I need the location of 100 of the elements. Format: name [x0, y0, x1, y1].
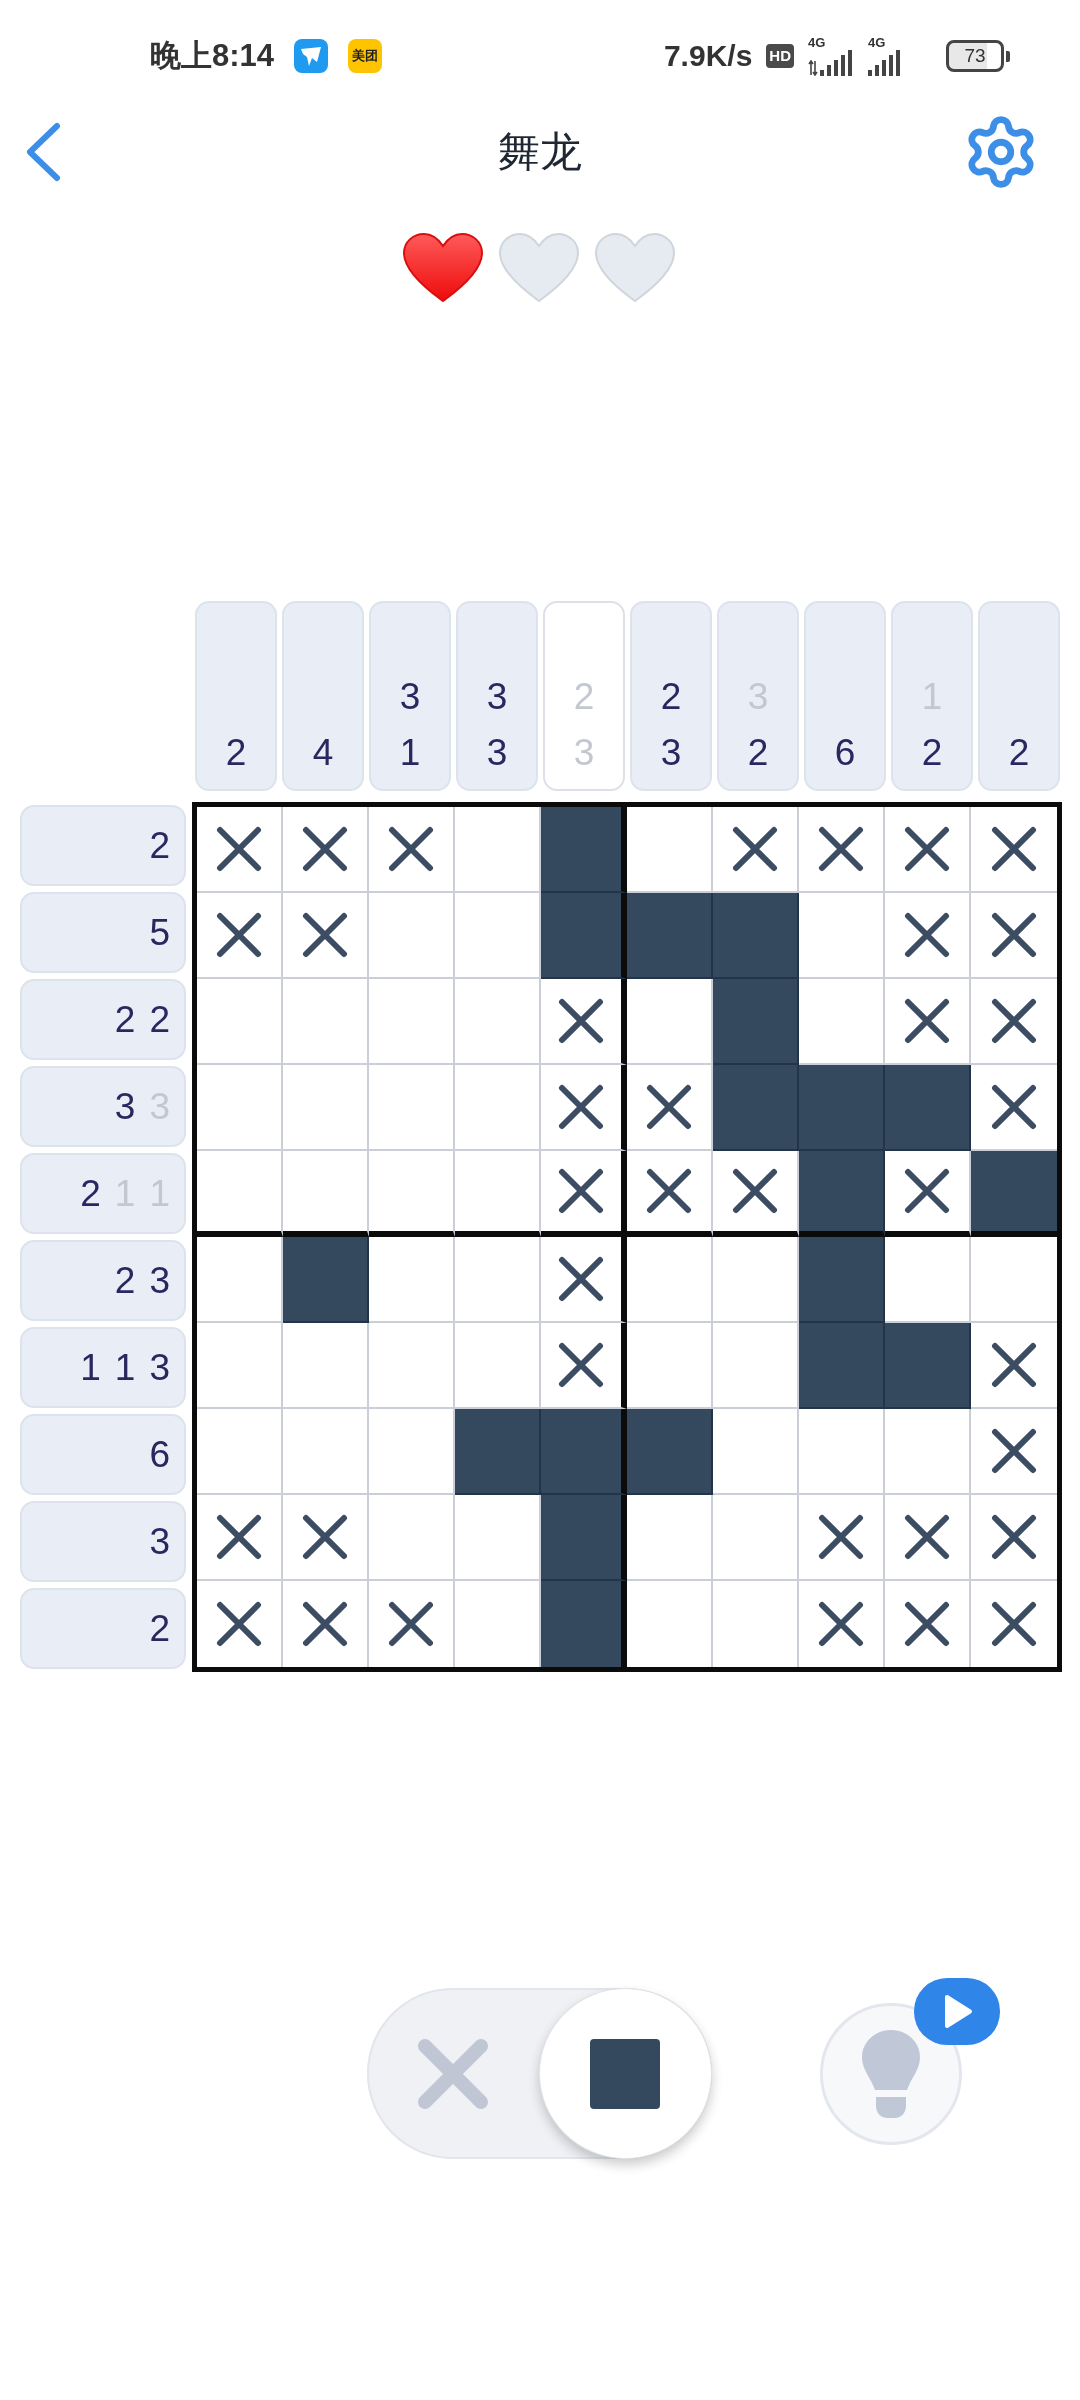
app-label-tile: 美团	[348, 39, 383, 73]
filled-cell[interactable]	[713, 1065, 799, 1151]
filled-cell[interactable]	[541, 1581, 627, 1667]
cross-icon	[991, 1514, 1037, 1560]
crossed-cell[interactable]	[541, 1151, 627, 1237]
battery-indicator: 73	[946, 40, 1010, 72]
cross-icon	[216, 1514, 262, 1560]
cross-icon	[991, 912, 1037, 958]
cross-icon	[558, 1084, 604, 1130]
cross-icon	[818, 1601, 864, 1647]
clue-number: 2	[80, 1171, 101, 1216]
clue-number: 6	[834, 731, 856, 775]
clue-number: 3	[149, 1519, 170, 1564]
filled-cell[interactable]	[885, 1323, 971, 1409]
filled-cell[interactable]	[627, 1409, 713, 1495]
cross-icon	[991, 1342, 1037, 1388]
cross-icon	[216, 912, 262, 958]
cross-icon	[388, 1601, 434, 1647]
cross-icon	[302, 1601, 348, 1647]
cross-icon	[732, 1168, 778, 1214]
cross-icon	[991, 1601, 1037, 1647]
filled-cell[interactable]	[541, 1495, 627, 1581]
cross-icon	[904, 1168, 950, 1214]
paper-plane-icon	[294, 39, 329, 73]
signal-icon	[820, 50, 854, 76]
crossed-cell[interactable]	[541, 1237, 627, 1323]
cross-icon	[904, 912, 950, 958]
cross-icon	[216, 826, 262, 872]
filled-cell[interactable]	[455, 1409, 541, 1495]
filled-cell[interactable]	[541, 893, 627, 979]
clue-number: 3	[149, 1345, 170, 1390]
filled-cell[interactable]	[713, 979, 799, 1065]
clue-number: 3	[149, 1258, 170, 1303]
filled-cell[interactable]	[627, 893, 713, 979]
clue-number: 3	[486, 675, 508, 719]
filled-cell[interactable]	[799, 1065, 885, 1151]
cross-icon	[558, 998, 604, 1044]
clue-number: 2	[225, 731, 247, 775]
clue-number: 2	[747, 731, 769, 775]
square-icon	[590, 2038, 661, 2109]
filled-cell[interactable]	[799, 1151, 885, 1237]
cross-icon	[216, 1601, 262, 1647]
filled-cell[interactable]	[885, 1065, 971, 1151]
clue-number: 3	[486, 731, 508, 775]
cross-icon	[302, 826, 348, 872]
cross-icon	[991, 998, 1037, 1044]
clue-number: 4	[312, 731, 334, 775]
cross-icon	[904, 1601, 950, 1647]
cross-icon	[732, 826, 778, 872]
status-time: 晚上8:14	[150, 37, 275, 75]
filled-cell[interactable]	[799, 1323, 885, 1409]
play-icon[interactable]	[914, 1977, 1000, 2045]
clue-number: 6	[149, 1432, 170, 1477]
clue-number: 5	[149, 910, 170, 955]
cross-icon	[818, 826, 864, 872]
clue-number: 2	[114, 1258, 136, 1303]
cross-icon	[558, 1256, 604, 1302]
network-type-label: 4G	[808, 36, 826, 50]
cross-icon	[302, 1514, 348, 1560]
filled-cell[interactable]	[541, 807, 627, 893]
clue-number: 1	[114, 1345, 136, 1390]
cross-icon	[646, 1084, 692, 1130]
cross-icon	[646, 1168, 692, 1214]
clue-number: 1	[80, 1345, 101, 1390]
cross-icon	[904, 1514, 950, 1560]
crossed-cell[interactable]	[541, 1065, 627, 1151]
puzzle-title: 舞龙	[498, 127, 582, 177]
clue-number: 2	[1008, 731, 1030, 775]
clue-number: 3	[660, 731, 682, 775]
clue-number: 2	[149, 997, 170, 1042]
hd-label: HD	[766, 44, 794, 68]
clue-number: 3	[573, 731, 595, 775]
clue-number: 3	[399, 675, 421, 719]
cross-icon	[904, 826, 950, 872]
cross-icon	[991, 826, 1037, 872]
clue-number: 1	[399, 731, 421, 775]
cross-icon	[991, 1428, 1037, 1474]
filled-cell[interactable]	[971, 1151, 1057, 1237]
network-speed: 7.9K/s	[663, 39, 753, 73]
crossed-cell[interactable]	[541, 979, 627, 1065]
cross-icon	[388, 826, 434, 872]
clue-number: 2	[573, 675, 595, 719]
lightbulb-icon	[862, 2029, 920, 2118]
cross-icon	[991, 1084, 1037, 1130]
clue-number: 2	[114, 997, 136, 1042]
network-type-label: 4G	[868, 36, 886, 50]
filled-cell[interactable]	[713, 893, 799, 979]
filled-cell[interactable]	[799, 1237, 885, 1323]
clue-number: 2	[921, 731, 943, 775]
clue-number: 2	[660, 675, 682, 719]
cross-icon	[558, 1168, 604, 1214]
cross-icon	[416, 2037, 489, 2110]
cross-icon	[558, 1342, 604, 1388]
cross-icon	[818, 1514, 864, 1560]
filled-cell[interactable]	[541, 1409, 627, 1495]
filled-cell[interactable]	[283, 1237, 369, 1323]
clue-number: 2	[149, 1606, 170, 1651]
clue-number: 2	[149, 823, 170, 868]
cross-icon	[904, 998, 950, 1044]
crossed-cell[interactable]	[541, 1323, 627, 1409]
